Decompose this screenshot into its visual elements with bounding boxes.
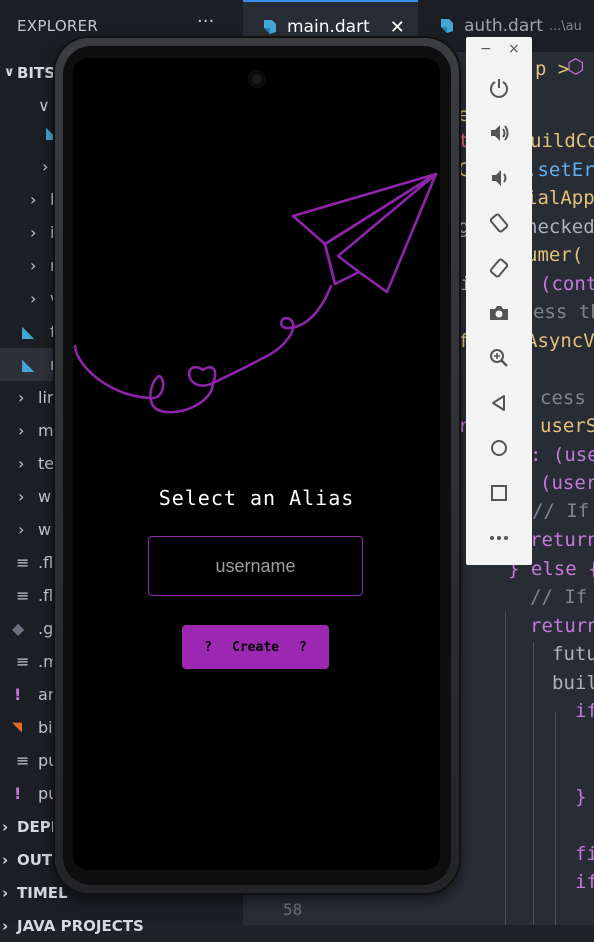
close-icon[interactable]: × bbox=[508, 41, 520, 57]
chevron-right-icon: › bbox=[30, 190, 37, 209]
unknown-glyph-icon: ? bbox=[204, 639, 213, 655]
username-input[interactable] bbox=[148, 536, 363, 596]
paper-plane-illustration bbox=[73, 172, 438, 414]
chevron-right-icon: › bbox=[30, 289, 37, 308]
lines-file-icon: ≡ bbox=[16, 652, 30, 671]
tab-path: ...\au bbox=[548, 18, 582, 34]
yaml-file-icon: ! bbox=[14, 685, 22, 704]
rotate-right-icon[interactable] bbox=[484, 253, 514, 283]
chevron-right-icon: › bbox=[2, 850, 9, 869]
explorer-title: EXPLORER bbox=[17, 17, 99, 35]
chevron-right-icon: › bbox=[30, 223, 37, 242]
lines-file-icon: ≡ bbox=[16, 586, 30, 605]
unknown-glyph-icon: ? bbox=[298, 639, 307, 655]
phone-screen[interactable]: Select an Alias ? Create ? bbox=[73, 58, 440, 870]
minimize-icon[interactable]: − bbox=[480, 41, 492, 57]
section-java-projects[interactable]: › JAVA PROJECTS bbox=[0, 909, 243, 942]
git-file-icon: ◆ bbox=[12, 619, 25, 638]
close-icon[interactable]: ✕ bbox=[390, 17, 405, 38]
chevron-right-icon: › bbox=[2, 817, 9, 836]
chevron-down-icon: ∨ bbox=[38, 96, 50, 115]
cube-icon: ⬡ bbox=[567, 54, 585, 78]
create-button-label: Create bbox=[232, 639, 279, 655]
chevron-right-icon: › bbox=[2, 916, 9, 935]
dart-file-icon: ◣ bbox=[22, 355, 35, 374]
lines-file-icon: ≡ bbox=[16, 751, 30, 770]
volume-down-icon[interactable] bbox=[484, 163, 514, 193]
chevron-right-icon: › bbox=[18, 454, 25, 473]
chevron-right-icon: › bbox=[18, 388, 25, 407]
emulator-toolbar: − × bbox=[466, 37, 532, 565]
camera-icon[interactable] bbox=[484, 298, 514, 328]
explorer-more-actions-icon[interactable]: ··· bbox=[197, 11, 214, 32]
indent-guide bbox=[505, 612, 506, 925]
chevron-right-icon: › bbox=[30, 256, 37, 275]
line-number: 58 bbox=[283, 900, 303, 919]
lines-file-icon: ≡ bbox=[16, 553, 30, 572]
chevron-down-icon: ∨ bbox=[4, 65, 15, 80]
tab-label: auth.dart bbox=[464, 16, 543, 36]
overview-icon[interactable] bbox=[484, 478, 514, 508]
chevron-right-icon: › bbox=[2, 883, 9, 902]
indent-guide bbox=[533, 642, 534, 925]
volume-up-icon[interactable] bbox=[484, 118, 514, 148]
dart-file-icon bbox=[264, 20, 276, 34]
dart-file-icon: ◣ bbox=[22, 322, 35, 341]
tab-label: main.dart bbox=[287, 17, 370, 37]
chevron-right-icon: › bbox=[42, 157, 49, 176]
indent-guide bbox=[555, 712, 556, 925]
back-icon[interactable] bbox=[484, 388, 514, 418]
more-icon[interactable] bbox=[484, 523, 514, 553]
zoom-icon[interactable] bbox=[484, 343, 514, 373]
chevron-right-icon: › bbox=[18, 520, 25, 539]
home-icon[interactable] bbox=[484, 433, 514, 463]
dart-file-icon bbox=[441, 19, 453, 33]
yaml-file-icon: ! bbox=[14, 784, 22, 803]
create-button[interactable]: ? Create ? bbox=[182, 625, 329, 669]
chevron-right-icon: › bbox=[18, 487, 25, 506]
chevron-right-icon: › bbox=[18, 421, 25, 440]
page-title: Select an Alias bbox=[158, 486, 355, 510]
rotate-left-icon[interactable] bbox=[484, 208, 514, 238]
power-icon[interactable] bbox=[484, 73, 514, 103]
rss-file-icon: ◥ bbox=[12, 720, 22, 735]
